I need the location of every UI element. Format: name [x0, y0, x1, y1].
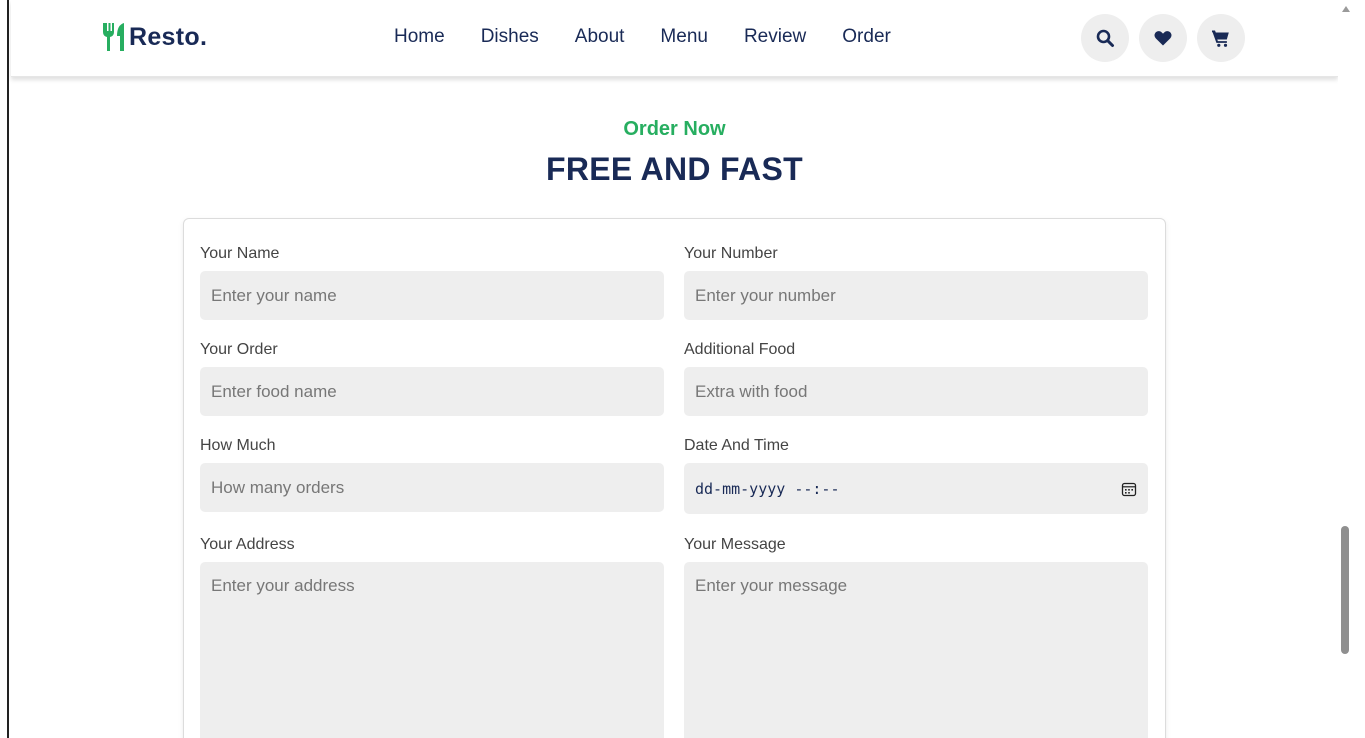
calendar-icon[interactable] — [1121, 481, 1137, 497]
number-label: Your Number — [684, 245, 778, 262]
name-field-group: Your Name — [200, 245, 664, 320]
brand-name: Resto. — [129, 22, 208, 51]
name-input[interactable] — [200, 271, 664, 320]
number-input[interactable] — [684, 271, 1148, 320]
address-textarea[interactable] — [200, 562, 664, 738]
address-field-group: Your Address — [200, 536, 664, 738]
datetime-value: dd-mm-yyyy --:-- — [695, 479, 840, 498]
additional-label: Additional Food — [684, 341, 796, 358]
quantity-input[interactable] — [200, 463, 664, 512]
datetime-field-group: Date And Time dd-mm-yyyy --:-- — [684, 437, 1148, 514]
section-heading: FREE AND FAST — [546, 151, 803, 187]
scroll-up-arrow-icon[interactable] — [1342, 6, 1350, 12]
favorites-button[interactable] — [1139, 14, 1187, 62]
site-header: Resto. Home Dishes About Menu Review Ord… — [11, 0, 1338, 77]
name-label: Your Name — [200, 245, 280, 262]
additional-field-group: Additional Food — [684, 341, 1148, 416]
order-field-group: Your Order — [200, 341, 664, 416]
nav-about[interactable]: About — [575, 26, 625, 48]
message-textarea[interactable] — [684, 562, 1148, 738]
header-actions — [1081, 14, 1255, 62]
quantity-label: How Much — [200, 437, 276, 454]
additional-input[interactable] — [684, 367, 1148, 416]
heart-icon — [1154, 31, 1172, 46]
order-form: Your Name Your Number Your Order Additio… — [183, 218, 1166, 738]
nav-home[interactable]: Home — [394, 26, 445, 48]
cart-icon — [1212, 30, 1229, 47]
utensils-icon — [103, 23, 124, 51]
datetime-input[interactable]: dd-mm-yyyy --:-- — [684, 463, 1148, 514]
logo[interactable]: Resto. — [101, 20, 207, 54]
nav-review[interactable]: Review — [744, 26, 806, 48]
nav-order[interactable]: Order — [842, 26, 891, 48]
nav-dishes[interactable]: Dishes — [481, 26, 539, 48]
search-button[interactable] — [1081, 14, 1129, 62]
page: Resto. Home Dishes About Menu Review Ord… — [0, 0, 1365, 738]
nav-menu[interactable]: Menu — [660, 26, 708, 48]
section-subheading: Order Now — [623, 118, 726, 140]
scrollbar-thumb[interactable] — [1341, 526, 1349, 654]
search-icon — [1096, 29, 1114, 47]
message-field-group: Your Message — [684, 536, 1148, 738]
order-label: Your Order — [200, 341, 278, 358]
window-edge — [0, 0, 9, 738]
number-field-group: Your Number — [684, 245, 1148, 320]
address-label: Your Address — [200, 536, 295, 553]
main-nav: Home Dishes About Menu Review Order — [394, 26, 927, 48]
quantity-field-group: How Much — [200, 437, 664, 512]
order-input[interactable] — [200, 367, 664, 416]
message-label: Your Message — [684, 536, 786, 553]
datetime-label: Date And Time — [684, 437, 789, 454]
cart-button[interactable] — [1197, 14, 1245, 62]
